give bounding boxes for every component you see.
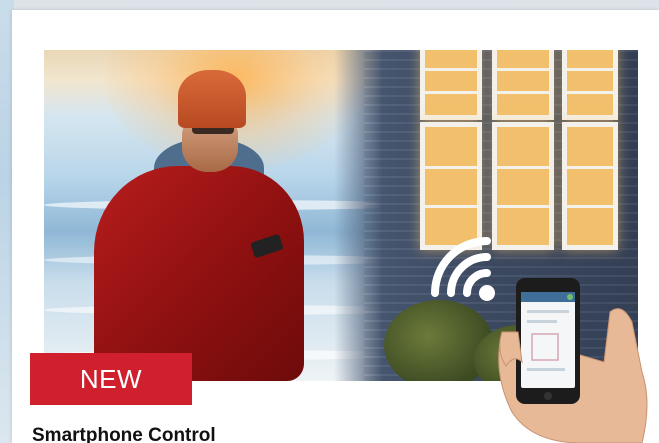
red-jacket	[94, 166, 304, 381]
new-badge: NEW	[30, 353, 192, 405]
lit-window	[492, 50, 554, 120]
smartphone-icon	[498, 278, 648, 443]
lit-window	[420, 122, 482, 250]
lit-window	[562, 50, 618, 120]
knit-hat	[178, 70, 246, 128]
lit-window	[562, 122, 618, 250]
page: NEW Smartphone Control	[0, 0, 659, 443]
lit-window	[420, 50, 482, 120]
wifi-signal-icon	[431, 237, 495, 301]
person-with-phone	[74, 70, 304, 381]
lit-window	[492, 122, 554, 250]
card-title[interactable]: Smartphone Control	[32, 424, 216, 443]
